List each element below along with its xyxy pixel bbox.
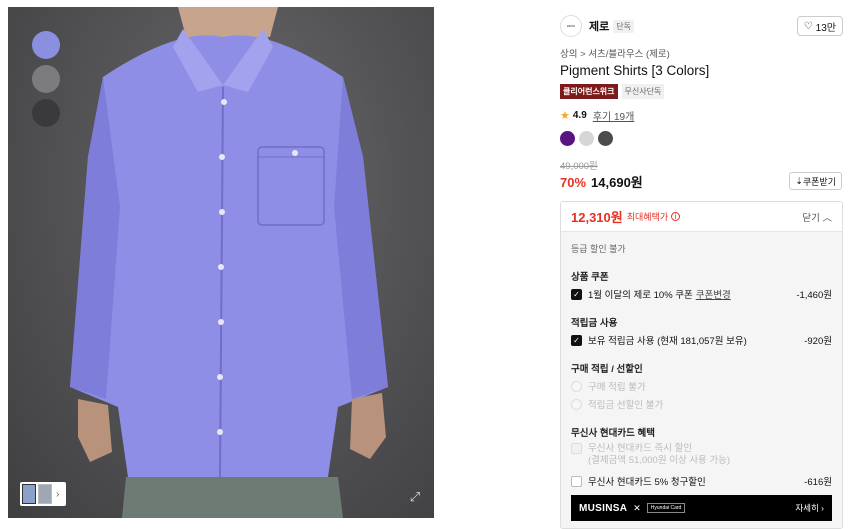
heart-icon: ♡ <box>803 20 813 32</box>
like-button[interactable]: ♡ 13만 <box>796 16 843 36</box>
coupon-row[interactable]: ✓ 1월 이달의 제로 10% 쿠폰 쿠폰변경 -1,460원 <box>571 287 832 301</box>
card-more-link[interactable]: 자세히 › <box>795 502 824 514</box>
benefit-panel: 12,310원 최대혜택가 i 닫기 ︿ 등급 할인 불가 상품 쿠폰 ✓ 1월… <box>560 201 843 529</box>
points-text: 보유 적립금 사용 (현재 181,057원 보유) <box>588 336 747 347</box>
card-row-2-amount: -616원 <box>804 477 832 488</box>
card-title: 무신사 현대카드 혜택 <box>571 428 655 439</box>
radio-disabled-icon <box>571 398 582 410</box>
download-icon: ⇣ <box>795 175 803 186</box>
hyundai-card-logo: Hyundai Card <box>646 503 686 513</box>
benefit-body: 등급 할인 불가 상품 쿠폰 ✓ 1월 이달의 제로 10% 쿠폰 쿠폰변경 -… <box>561 232 842 528</box>
card-row-2[interactable]: 무신사 현대카드 5% 청구할인 -616원 <box>571 474 832 488</box>
info-icon[interactable]: i <box>671 212 681 221</box>
chevron-up-icon: ︿ <box>822 212 832 224</box>
max-benefit-label: 최대혜택가 <box>626 212 669 222</box>
coupon-download-button[interactable]: ⇣ 쿠폰받기 <box>789 172 842 190</box>
original-price: 49,000원 <box>560 161 598 172</box>
checkbox-empty-icon[interactable] <box>571 475 582 487</box>
coupon-amount: -1,460원 <box>796 290 832 301</box>
benefit-header[interactable]: 12,310원 최대혜택가 i 닫기 ︿ <box>561 202 842 232</box>
purchase-option-2-label: 적립금 선할인 불가 <box>588 400 664 411</box>
thumbnail-strip[interactable]: › <box>20 482 66 506</box>
image-swatch-3[interactable] <box>32 99 60 127</box>
coupon-text: 1월 이달의 제로 10% 쿠폰 <box>588 290 693 301</box>
card-row-1: 무신사 현대카드 즉시 할인 (결제금액 51,000원 이상 사용 가능) <box>571 443 832 467</box>
purchase-title: 구매 적립 / 선할인 <box>571 364 643 375</box>
radio-disabled-icon <box>571 380 582 392</box>
brand-badge: 단독 <box>613 19 634 33</box>
brand-logo[interactable]: ZERO <box>560 15 582 37</box>
tag-exclusive: 무신사단독 <box>621 84 665 99</box>
coupon-button-label: 쿠폰받기 <box>802 176 836 187</box>
points-row[interactable]: ✓ 보유 적립금 사용 (현재 181,057원 보유) -920원 <box>571 333 832 347</box>
color-options <box>560 131 613 146</box>
product-title: Pigment Shirts [3 Colors] <box>560 63 710 78</box>
like-count: 13만 <box>815 22 836 34</box>
product-coupon-title: 상품 쿠폰 <box>571 272 609 283</box>
color-option-purple[interactable] <box>560 131 575 146</box>
image-swatch-2[interactable] <box>32 65 60 93</box>
checkbox-checked-icon[interactable]: ✓ <box>571 288 582 300</box>
star-icon: ★ <box>560 110 570 122</box>
cross-icon: ✕ <box>633 502 641 513</box>
review-link[interactable]: 후기 19개 <box>593 108 635 123</box>
card-row-1-text-wrap: 무신사 현대카드 즉시 할인 (결제금액 51,000원 이상 사용 가능) <box>588 443 730 467</box>
price-row: 70% 14,690원 <box>560 172 643 191</box>
product-image[interactable]: › ⤢ <box>8 7 434 518</box>
checkbox-disabled-icon <box>571 443 582 454</box>
coupon-change-link[interactable]: 쿠폰변경 <box>696 287 731 301</box>
color-option-lightgrey[interactable] <box>579 131 594 146</box>
close-toggle[interactable]: 닫기 ︿ <box>802 210 832 224</box>
thumbnail-1[interactable] <box>22 484 36 504</box>
max-benefit-price: 12,310원 <box>571 210 623 225</box>
color-option-charcoal[interactable] <box>598 131 613 146</box>
points-amount: -920원 <box>804 336 832 347</box>
points-title: 적립금 사용 <box>571 318 618 329</box>
card-row-1-sub: (결제금액 51,000원 이상 사용 가능) <box>588 455 731 466</box>
purchase-option-1: 구매 적립 불가 <box>571 379 832 393</box>
card-brand: MUSINSA <box>579 502 628 514</box>
card-row-1-text: 무신사 현대카드 즉시 할인 <box>588 443 693 454</box>
grade-note: 등급 할인 불가 <box>571 244 626 254</box>
card-row-2-text: 무신사 현대카드 5% 청구할인 <box>588 477 706 488</box>
brand-name[interactable]: 제로 <box>589 18 609 34</box>
chevron-right-icon[interactable]: › <box>56 489 59 500</box>
rating-row: ★ 4.9 후기 19개 <box>560 108 634 123</box>
tag-clearance: 클리어런스위크 <box>560 84 618 99</box>
product-info-panel: ZERO 제로 단독 ♡ 13만 상의 > 셔츠/블라우스 (제로) Pigme… <box>560 0 849 529</box>
sale-price: 14,690원 <box>591 175 643 190</box>
expand-icon[interactable]: ⤢ <box>406 488 424 506</box>
breadcrumb[interactable]: 상의 > 셔츠/블라우스 (제로) <box>560 46 670 60</box>
shirt-illustration <box>70 7 388 518</box>
tag-row: 클리어런스위크 무신사단독 <box>560 84 665 99</box>
image-swatch-1[interactable] <box>32 31 60 59</box>
discount-rate: 70% <box>560 175 587 190</box>
purchase-option-1-label: 구매 적립 불가 <box>588 382 646 393</box>
checkbox-checked-icon[interactable]: ✓ <box>571 334 582 346</box>
card-banner[interactable]: MUSINSA ✕ Hyundai Card 자세히 › <box>571 495 832 521</box>
purchase-option-2: 적립금 선할인 불가 <box>571 397 832 411</box>
thumbnail-2[interactable] <box>38 484 52 504</box>
rating-value: 4.9 <box>572 110 587 121</box>
brand-row: ZERO 제로 단독 ♡ 13만 <box>560 14 843 38</box>
